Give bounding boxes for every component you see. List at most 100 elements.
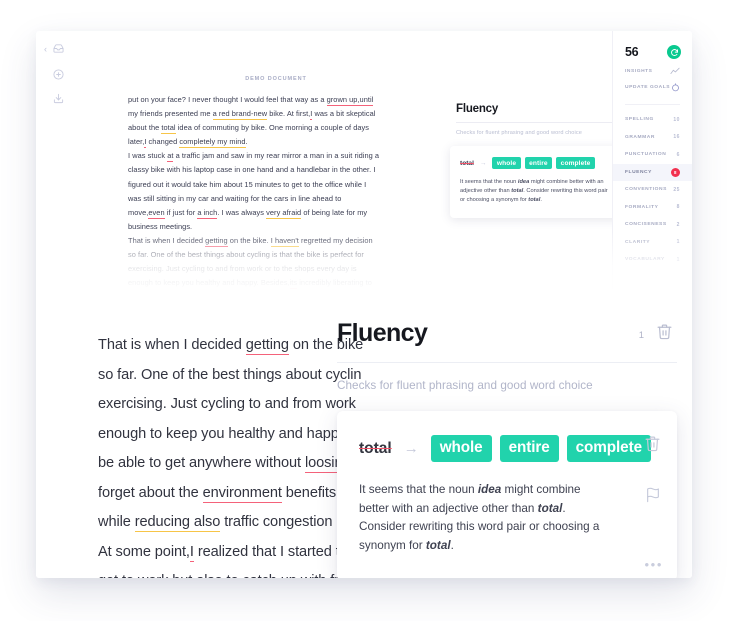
target-icon: [671, 82, 680, 92]
document-line: so far. One of the best things about cyc…: [98, 366, 362, 383]
replacement-chip-complete[interactable]: complete: [566, 435, 651, 462]
document-line: enough to keep you healthy and happy. Be: [98, 425, 371, 442]
arrow-right-icon: →: [479, 159, 487, 167]
category-list: SPELLING 10 GRAMMAR 16 PUNCTUATION 6 FLUENCY 8 C…: [613, 111, 692, 269]
category-label: VOCABULARY: [625, 257, 665, 263]
sidebar-link-insights[interactable]: INSIGHTS: [613, 63, 692, 79]
document-line: exercising. Just cycling to and from wor…: [98, 396, 356, 412]
category-count: 2: [676, 221, 680, 228]
arrow-right-icon: →: [403, 440, 419, 457]
panel-divider: [456, 122, 638, 123]
panel-count: 1: [638, 330, 644, 341]
category-label: PUNCTUATION: [625, 152, 667, 158]
category-label: GRAMMAR: [625, 134, 655, 140]
category-label: FLUENCY: [625, 169, 652, 175]
trash-icon[interactable]: [644, 435, 661, 452]
original-word: total: [359, 439, 392, 457]
document-line: exercising. Just cycling to and from wor…: [128, 264, 357, 274]
document-line: enough to keep you healthy and happy. Be…: [128, 278, 372, 290]
document-line: my friends presented me a red brand-new …: [128, 109, 376, 121]
document-line: about the total idea of commuting by bik…: [128, 123, 370, 135]
document-line: business meetings.: [128, 221, 193, 231]
suggestion-card[interactable]: total → whole entire complete It seems t…: [337, 411, 677, 578]
panel-subtitle: Checks for fluent phrasing and good word…: [337, 379, 593, 392]
line-chart-icon: [670, 67, 680, 76]
panel-title: Fluency: [456, 103, 499, 115]
inbox-icon[interactable]: [53, 43, 64, 54]
category-row-vocabulary[interactable]: VOCABULARY 1: [613, 251, 692, 269]
sidebar-link-label: UPDATE GOALS: [625, 84, 671, 90]
category-label: CLARITY: [625, 239, 651, 245]
sidebar-link-label: INSIGHTS: [625, 68, 653, 74]
score-value: 56: [625, 45, 639, 59]
document-line: get to work,but also to catch up with fr…: [98, 567, 366, 578]
category-row-conciseness[interactable]: CONCISENESS 2: [613, 216, 692, 234]
replacement-chip-whole[interactable]: whole: [430, 435, 492, 462]
document-line: put on your face? I never thought I woul…: [128, 95, 374, 106]
document-line: be able to get anywhere without loosing …: [98, 455, 362, 473]
replacement-chip[interactable]: entire: [524, 157, 553, 169]
category-row-grammar[interactable]: GRAMMAR 16: [613, 129, 692, 147]
category-label: FORMALITY: [625, 204, 659, 210]
panel-divider: [337, 362, 677, 363]
category-row-conventions[interactable]: CONVENTIONS 25: [613, 181, 692, 199]
sidebar-link-update-goals[interactable]: UPDATE GOALS: [613, 79, 692, 95]
explanation-text: It seems that the noun idea might combin…: [359, 483, 600, 552]
document-title: DEMO DOCUMENT: [245, 76, 307, 82]
category-row-punctuation[interactable]: PUNCTUATION 6: [613, 146, 692, 164]
plus-circle-icon[interactable]: [53, 69, 64, 80]
document-line: That is when I decided getting on the bi…: [128, 235, 373, 247]
category-label: CONCISENESS: [625, 222, 667, 228]
document-line: That is when I decided getting on the bi…: [98, 337, 364, 355]
screenshot-root: ‹ DEMO DOCUMENT put on your face? I neve…: [0, 0, 730, 621]
left-rail: ‹: [36, 31, 82, 293]
suggestion-panel-magnified: Fluency 1 Checks for fluent phrasing and…: [337, 319, 677, 578]
trash-icon[interactable]: [656, 323, 673, 340]
document-line: classy bike with his laptop case in one …: [128, 165, 376, 175]
refresh-circle-icon[interactable]: [667, 45, 681, 59]
category-count: 6: [676, 151, 680, 158]
explanation-text-mini: It seems that the noun idea might combin…: [460, 179, 608, 204]
document-line: move,even if just for a inch. I was alwa…: [128, 207, 368, 219]
flag-icon[interactable]: [645, 487, 661, 503]
category-row-formality[interactable]: FORMALITY 8: [613, 199, 692, 217]
magnified-view: That is when I decided getting on the bi…: [36, 293, 692, 578]
download-icon[interactable]: [53, 93, 64, 104]
document-body-mini[interactable]: put on your face? I never thought I woul…: [128, 93, 418, 293]
category-badge: 8: [671, 167, 680, 177]
category-row-spelling[interactable]: SPELLING 10: [613, 111, 692, 129]
replacement-row: total → whole entire complete: [460, 157, 634, 169]
original-word: total: [460, 159, 474, 167]
document-line: was still sitting in my car and waiting …: [128, 193, 342, 203]
document-line: figured out it would take him about 15 m…: [128, 179, 367, 189]
replacement-chip-entire[interactable]: entire: [499, 435, 559, 462]
category-label: SPELLING: [625, 117, 654, 123]
category-count: 8: [676, 204, 680, 211]
category-label: CONVENTIONS: [625, 187, 667, 193]
document-line: forget about the environment benefits. C…: [98, 484, 362, 503]
panel-title: Fluency: [337, 319, 428, 347]
document-body-magnified[interactable]: That is when I decided getting on the bi…: [98, 331, 371, 578]
category-count: 1: [676, 256, 680, 263]
document-line: At some point,I realized that I started …: [98, 543, 360, 562]
replacement-chip[interactable]: complete: [556, 157, 595, 169]
chevron-left-icon[interactable]: ‹: [44, 44, 47, 54]
replacement-row: total → whole entire complete: [359, 435, 655, 462]
document-line: so far. One of the best things about cyc…: [128, 250, 364, 260]
category-row-fluency[interactable]: FLUENCY 8: [613, 163, 692, 181]
replacement-chip[interactable]: whole: [492, 157, 521, 169]
panel-subtitle: Checks for fluent phrasing and good word…: [456, 130, 582, 136]
panel-header: Fluency 1: [337, 319, 677, 348]
score-sidebar: 56 INSIGHTS UPDATE GOALS SPELLING 10 GRA…: [612, 31, 692, 293]
category-count: 25: [673, 186, 680, 193]
score-row: 56: [613, 41, 692, 63]
app-window: ‹ DEMO DOCUMENT put on your face? I neve…: [36, 31, 692, 578]
category-count: 16: [673, 134, 680, 141]
category-count: 10: [673, 116, 680, 123]
document-line: while reducing also traffic congestion a…: [98, 514, 361, 532]
ellipsis-icon[interactable]: •••: [645, 558, 663, 571]
category-row-clarity[interactable]: CLARITY 1: [613, 234, 692, 252]
mini-app-view: ‹ DEMO DOCUMENT put on your face? I neve…: [36, 31, 692, 293]
sidebar-divider: [625, 104, 680, 105]
document-line: later,I changed completely my mind.: [128, 137, 248, 149]
